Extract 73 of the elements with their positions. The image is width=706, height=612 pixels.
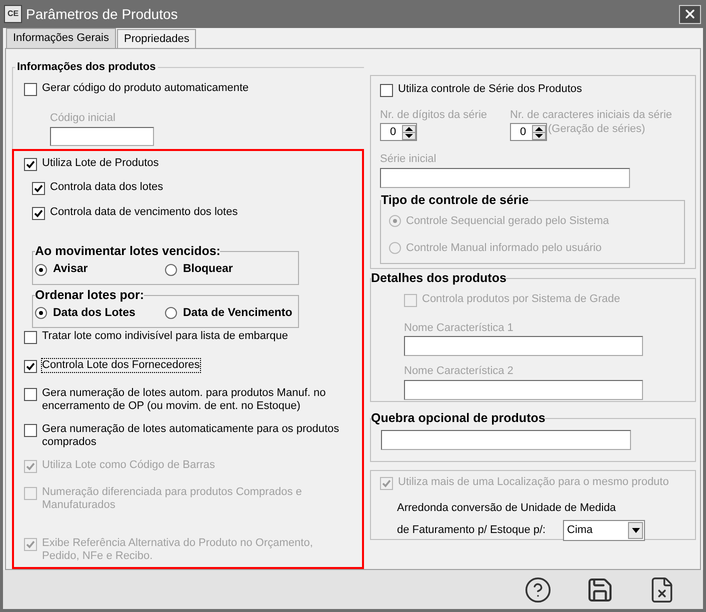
checkbox[interactable] [24,158,37,171]
checkbox-label: Exibe Referência Alternativa do Produto no Orçamento, Pedido, NFe e Recibo. [42,537,314,563]
window-title: Parâmetros de Produtos [26,4,179,24]
radio-label: Avisar [53,262,88,278]
group-title: Detalhes dos produtos [371,272,506,285]
dropdown[interactable]: Cima [563,520,645,541]
text-field[interactable] [404,380,643,400]
group-title: Ordenar lotes por: [35,288,144,302]
checkbox-label: Controla data de vencimento dos lotes [50,206,238,219]
radio-button[interactable] [35,307,47,320]
dropdown-value: Cima [567,523,594,538]
group-title: Quebra opcional de produtos [371,412,546,425]
checkbox-label: Utiliza mais de uma Localização para o mesmo produto [398,476,669,489]
checkbox-label: Tratar lote como indivisível para lista de embarque [42,330,288,343]
checkbox-label: Controla Lote dos Fornecedores [42,359,200,372]
radio-button[interactable] [165,264,177,276]
checkbox[interactable] [380,84,393,97]
radio-button[interactable] [35,264,47,276]
spinner-value: 0 [518,124,528,140]
checkbox[interactable] [24,388,37,401]
checkbox[interactable] [24,360,37,374]
check-icon [26,540,35,549]
radio-label: Controle Sequencial gerado pelo Sistema [406,214,610,228]
checkbox[interactable] [32,206,45,220]
help-icon [524,576,552,604]
checkbox[interactable] [24,424,37,437]
group-title: Informações dos produtos [16,61,157,74]
check-icon [26,462,35,471]
tab[interactable]: Propriedades [116,29,196,48]
check-icon [382,479,391,488]
field-note: (Geração de séries) [548,122,646,137]
check-icon [26,362,35,372]
field-label: Nome Característica 2 [404,364,514,379]
checkbox-label: Numeração diferenciada para produtos Comprados e Manufaturados [42,486,303,512]
text-field[interactable] [50,127,154,146]
field-label: Nome Característica 1 [404,320,514,336]
check-icon [26,160,35,169]
radio-button[interactable] [165,307,177,320]
field-label: Código inicial [50,110,116,126]
up-down-arrows-icon [532,124,546,140]
checkbox-label: Utiliza controle de Série dos Produtos [398,83,582,96]
radio-label: Data de Vencimento [183,306,292,321]
checkbox-label: Gera numeração de lotes autom. para produtos Manuf. no encerramento de OP (ou movim. de ent. no Estoque) [42,386,327,413]
field-label: Nr. de dígitos da série [380,108,488,122]
rounding-label: de Faturamento p/ Estoque p/: [397,523,547,538]
radio-label: Data dos Lotes [53,306,136,321]
check-icon [34,208,43,218]
checkbox-label: Utiliza Lote de Produtos [42,156,159,170]
spinner-value: 0 [388,124,398,140]
field-label: Série inicial [380,152,438,167]
tab[interactable]: Informações Gerais [6,28,116,48]
checkbox-label: Controla produtos por Sistema de Grade [422,293,620,306]
group-title: Tipo de controle de série [381,194,529,206]
close-icon [683,7,697,21]
checkbox[interactable] [24,330,37,344]
radio-label: Bloquear [183,262,233,278]
checkbox-label: Gera numeração de lotes automaticamente para os produtos comprados [42,422,340,449]
field-label: Nr. de caracteres iniciais da série [510,108,672,122]
rounding-label: Arredonda conversão de Unidade de Medida [397,500,617,516]
checkbox-label: Gerar código do produto automaticamente [42,82,249,95]
text-field[interactable] [404,336,643,356]
up-down-arrows-icon [402,124,416,140]
text-field[interactable] [381,430,631,450]
checkbox-label: Utiliza Lote como Código de Barras [42,458,216,472]
app-badge: CE [4,5,22,23]
checkbox[interactable] [24,83,37,96]
group-title: Ao movimentar lotes vencidos: [35,245,220,258]
text-field[interactable] [380,168,630,188]
checkbox-label: Controla data dos lotes [50,181,164,194]
checkbox[interactable] [32,182,45,196]
close-button[interactable] [679,4,701,24]
check-icon [34,184,43,194]
radio-label: Controle Manual informado pelo usuário [406,241,602,256]
